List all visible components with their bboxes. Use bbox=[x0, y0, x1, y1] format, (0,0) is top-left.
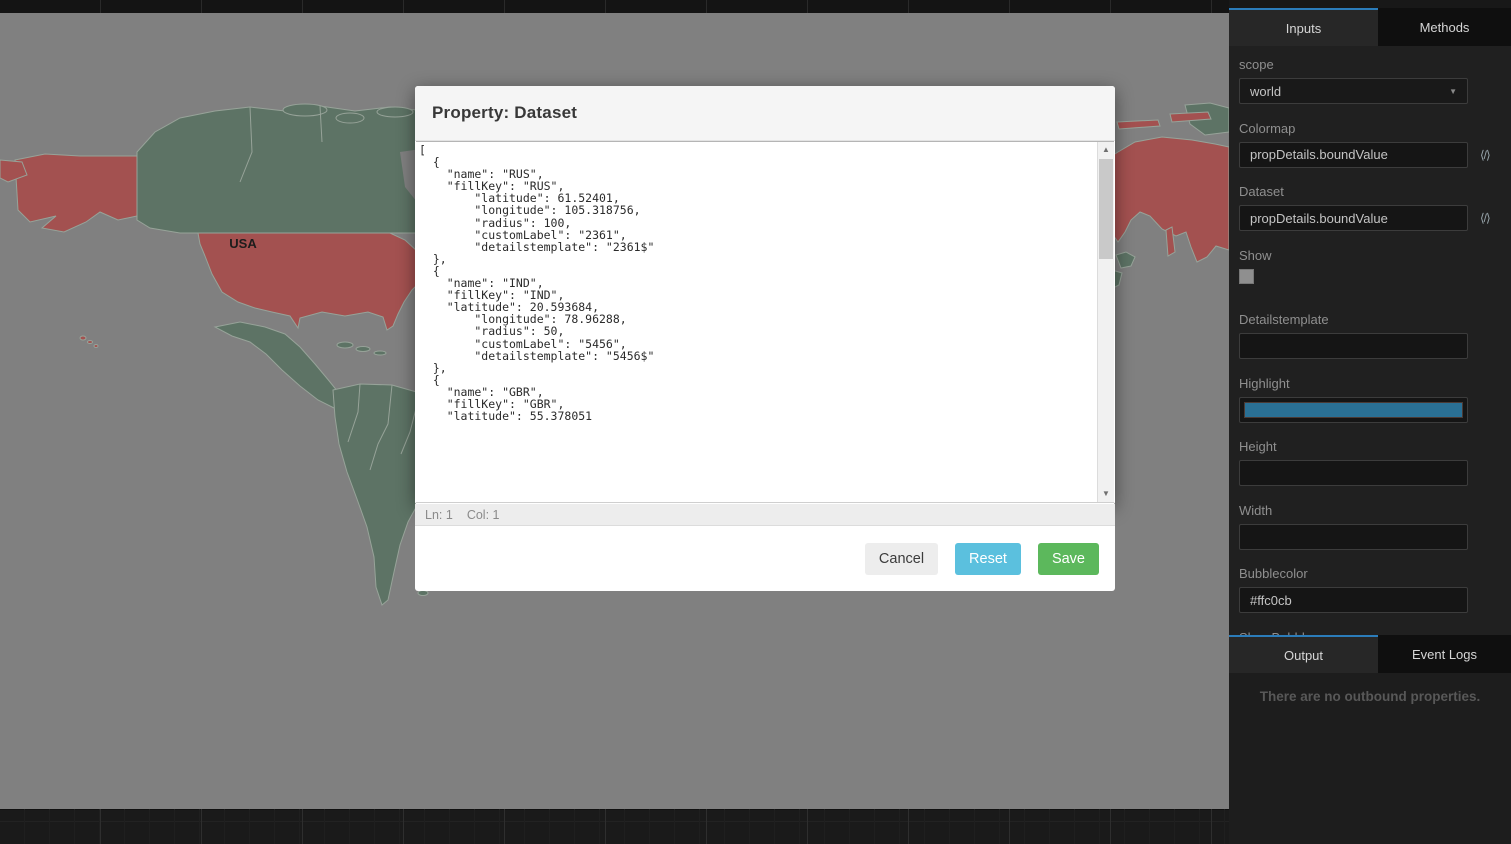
country-shape-arctic-island[interactable] bbox=[377, 107, 413, 117]
field-scope: scope world ▼ bbox=[1239, 57, 1501, 104]
sidebar-tabbar: Inputs Methods bbox=[1229, 0, 1511, 46]
reset-button[interactable]: Reset bbox=[955, 543, 1021, 575]
output-empty-message: There are no outbound properties. bbox=[1229, 689, 1511, 704]
usa-map-label: USA bbox=[229, 236, 257, 251]
field-dataset: Dataset ⟨/⟩ bbox=[1239, 184, 1501, 231]
highlight-swatch bbox=[1244, 402, 1463, 418]
line-indicator: Ln: 1 bbox=[425, 508, 453, 522]
property-dataset-modal: Property: Dataset [ { "name": "RUS", "fi… bbox=[415, 86, 1115, 505]
country-shape-alaska[interactable] bbox=[15, 154, 137, 232]
chevron-down-icon: ▼ bbox=[1449, 87, 1457, 96]
country-shape-russia-arctic[interactable] bbox=[1117, 120, 1160, 129]
country-shape-japan[interactable] bbox=[1116, 252, 1135, 268]
modal-header: Property: Dataset bbox=[415, 86, 1115, 141]
show-label: Show bbox=[1239, 248, 1501, 263]
country-shape-caribbean[interactable] bbox=[356, 347, 370, 352]
code-bind-icon[interactable]: ⟨/⟩ bbox=[1480, 211, 1490, 225]
code-content[interactable]: [ { "name": "RUS", "fillKey": "RUS", "la… bbox=[416, 142, 1097, 422]
highlight-color-input[interactable] bbox=[1239, 397, 1468, 423]
modal-footer: Cancel Reset Save bbox=[415, 526, 1115, 591]
inputs-panel: scope world ▼ Colormap ⟨/⟩ Dataset ⟨/⟩ S… bbox=[1229, 46, 1511, 637]
scope-label: scope bbox=[1239, 57, 1501, 72]
cancel-button[interactable]: Cancel bbox=[865, 543, 938, 575]
canvas-bottom-grid bbox=[0, 809, 1229, 844]
dataset-input[interactable] bbox=[1239, 205, 1468, 231]
colormap-input[interactable] bbox=[1239, 142, 1468, 168]
properties-sidebar: Inputs Methods scope world ▼ Colormap ⟨/… bbox=[1229, 0, 1511, 844]
editor-scrollbar[interactable]: ▲ ▼ bbox=[1097, 142, 1114, 502]
scope-select[interactable]: world ▼ bbox=[1239, 78, 1468, 104]
detailstemplate-label: Detailstemplate bbox=[1239, 312, 1501, 327]
code-bind-icon[interactable]: ⟨/⟩ bbox=[1480, 148, 1490, 162]
bubblecolor-label: Bubblecolor bbox=[1239, 566, 1501, 581]
column-indicator: Col: 1 bbox=[467, 508, 500, 522]
tab-inputs[interactable]: Inputs bbox=[1229, 10, 1378, 46]
country-shape-hawaii[interactable] bbox=[94, 345, 98, 348]
field-colormap: Colormap ⟨/⟩ bbox=[1239, 121, 1501, 168]
field-highlight: Highlight bbox=[1239, 376, 1501, 423]
dataset-label: Dataset bbox=[1239, 184, 1501, 199]
scroll-down-icon[interactable]: ▼ bbox=[1098, 486, 1114, 502]
field-bubblecolor: Bubblecolor bbox=[1239, 566, 1501, 613]
code-editor-text[interactable]: [ { "name": "RUS", "fillKey": "RUS", "la… bbox=[416, 142, 1097, 502]
scrollbar-thumb[interactable] bbox=[1099, 159, 1113, 259]
country-shape-arctic-island[interactable] bbox=[336, 113, 364, 123]
modal-title: Property: Dataset bbox=[432, 103, 577, 123]
field-detailstemplate: Detailstemplate bbox=[1239, 312, 1501, 359]
highlight-label: Highlight bbox=[1239, 376, 1501, 391]
bubblecolor-input[interactable] bbox=[1239, 587, 1468, 613]
code-editor[interactable]: [ { "name": "RUS", "fillKey": "RUS", "la… bbox=[416, 141, 1114, 503]
output-panel: Output Event Logs There are no outbound … bbox=[1229, 635, 1511, 844]
field-width: Width bbox=[1239, 503, 1501, 550]
country-shape-hawaii[interactable] bbox=[88, 341, 93, 344]
editor-status-bar: Ln: 1 Col: 1 bbox=[415, 504, 1115, 526]
tab-methods[interactable]: Methods bbox=[1378, 8, 1511, 46]
field-height: Height bbox=[1239, 439, 1501, 486]
scope-select-value: world bbox=[1250, 84, 1281, 99]
save-button[interactable]: Save bbox=[1038, 543, 1099, 575]
scroll-up-icon[interactable]: ▲ bbox=[1098, 142, 1114, 158]
country-shape-falkland[interactable] bbox=[418, 591, 428, 596]
country-shape-caribbean[interactable] bbox=[374, 351, 386, 355]
height-label: Height bbox=[1239, 439, 1501, 454]
country-shape-mexico[interactable] bbox=[215, 322, 348, 409]
height-input[interactable] bbox=[1239, 460, 1468, 486]
country-shape-hawaii[interactable] bbox=[80, 336, 86, 340]
field-show: Show bbox=[1239, 248, 1501, 296]
show-checkbox[interactable] bbox=[1239, 269, 1254, 284]
colormap-label: Colormap bbox=[1239, 121, 1501, 136]
tab-output[interactable]: Output bbox=[1229, 637, 1378, 673]
width-label: Width bbox=[1239, 503, 1501, 518]
width-input[interactable] bbox=[1239, 524, 1468, 550]
detailstemplate-input[interactable] bbox=[1239, 333, 1468, 359]
country-shape-caribbean[interactable] bbox=[337, 342, 353, 348]
tab-event-logs[interactable]: Event Logs bbox=[1378, 635, 1511, 673]
